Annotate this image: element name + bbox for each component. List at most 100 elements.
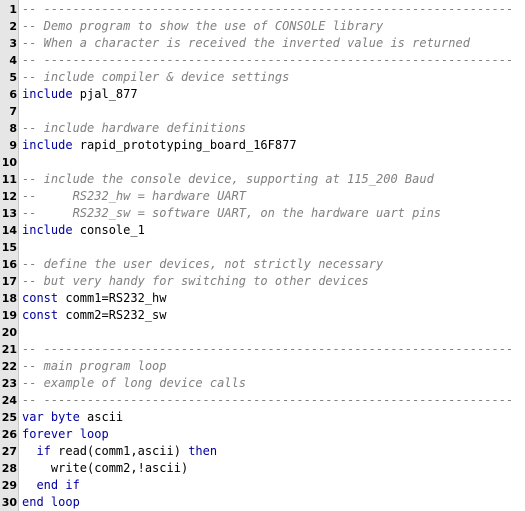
line-number: 17: [1, 275, 17, 288]
code-text[interactable]: -- define the user devices, not strictly…: [22, 256, 383, 273]
line-number: 18: [1, 292, 17, 305]
comment-token: -- example of long device calls: [22, 376, 246, 390]
code-line[interactable]: 12 -- RS232_hw = hardware UART: [0, 188, 525, 205]
code-line[interactable]: 20: [0, 324, 525, 341]
code-text[interactable]: include pjal_877: [22, 86, 138, 103]
keyword-token: then: [188, 444, 218, 458]
comment-token: -- include hardware definitions: [22, 121, 246, 135]
keyword-token: end loop: [22, 495, 80, 509]
code-line[interactable]: 23 -- example of long device calls: [0, 375, 525, 392]
code-text[interactable]: end loop: [22, 494, 80, 511]
code-lines[interactable]: 1 -- ------------------------------------…: [0, 1, 525, 511]
comment-token: -- include compiler & device settings: [22, 70, 290, 84]
code-line[interactable]: 18 const comm1=RS232_hw: [0, 290, 525, 307]
code-text[interactable]: -- -------------------------------------…: [22, 1, 513, 18]
line-number: 26: [1, 428, 17, 441]
line-number: 28: [1, 462, 17, 475]
comment-token: -- but very handy for switching to other…: [22, 274, 369, 288]
code-text[interactable]: -- RS232_hw = hardware UART: [22, 188, 246, 205]
line-number: 7: [9, 105, 17, 118]
code-text[interactable]: -- -------------------------------------…: [22, 341, 513, 358]
line-number: 24: [1, 394, 17, 407]
code-text[interactable]: end if: [22, 477, 80, 494]
code-text[interactable]: -- include compiler & device settings: [22, 69, 289, 86]
plain-token: write(comm2,!ascii): [22, 461, 189, 475]
code-text[interactable]: include console_1: [22, 222, 145, 239]
code-line[interactable]: 15: [0, 239, 525, 256]
code-line[interactable]: 17 -- but very handy for switching to oth…: [0, 273, 525, 290]
code-text[interactable]: -- include hardware definitions: [22, 120, 246, 137]
code-text[interactable]: const comm1=RS232_hw: [22, 290, 167, 307]
code-line[interactable]: 13 -- RS232_sw = software UART, on the ha…: [0, 205, 525, 222]
code-line[interactable]: 7: [0, 103, 525, 120]
keyword-token: include: [22, 138, 73, 152]
code-text[interactable]: var byte ascii: [22, 409, 123, 426]
code-text[interactable]: -- -------------------------------------…: [22, 52, 513, 69]
line-number: 16: [1, 258, 17, 271]
code-line[interactable]: 22 -- main program loop: [0, 358, 525, 375]
code-text[interactable]: -- but very handy for switching to other…: [22, 273, 369, 290]
comment-token: -- include the console device, supportin…: [22, 172, 434, 186]
comment-token: -- -------------------------------------…: [22, 53, 514, 67]
code-line[interactable]: 27 if read(comm1,ascii) then: [0, 443, 525, 460]
code-text[interactable]: -- Demo program to show the use of CONSO…: [22, 18, 383, 35]
code-line[interactable]: 1 -- ------------------------------------…: [0, 1, 525, 18]
code-line[interactable]: 26 forever loop: [0, 426, 525, 443]
code-line[interactable]: 6 include pjal_877: [0, 86, 525, 103]
code-line[interactable]: 2 -- Demo program to show the use of CONS…: [0, 18, 525, 35]
code-text[interactable]: include rapid_prototyping_board_16F877: [22, 137, 297, 154]
code-text[interactable]: -- When a character is received the inve…: [22, 35, 470, 52]
comment-token: -- -------------------------------------…: [22, 2, 514, 16]
plain-token: pjal_877: [72, 87, 138, 101]
code-line[interactable]: 25 var byte ascii: [0, 409, 525, 426]
keyword-token: if: [36, 444, 51, 458]
line-number: 21: [1, 343, 17, 356]
line-number: 29: [1, 479, 17, 492]
line-number: 27: [1, 445, 17, 458]
line-number: 12: [1, 190, 17, 203]
keyword-token: end if: [36, 478, 80, 492]
comment-token: -- When a character is received the inve…: [22, 36, 470, 50]
code-line[interactable]: 10: [0, 154, 525, 171]
line-number: 8: [9, 122, 17, 135]
code-line[interactable]: 24 -- -----------------------------------…: [0, 392, 525, 409]
code-line[interactable]: 21 -- -----------------------------------…: [0, 341, 525, 358]
plain-token: rapid_prototyping_board_16F877: [72, 138, 297, 152]
keyword-token: include: [22, 223, 73, 237]
code-text[interactable]: const comm2=RS232_sw: [22, 307, 167, 324]
comment-token: -- main program loop: [22, 359, 167, 373]
code-text[interactable]: forever loop: [22, 426, 109, 443]
code-text[interactable]: -- RS232_sw = software UART, on the hard…: [22, 205, 441, 222]
line-number: 5: [9, 71, 17, 84]
code-line[interactable]: 3 -- When a character is received the inv…: [0, 35, 525, 52]
code-line[interactable]: 11 -- include the console device, support…: [0, 171, 525, 188]
code-line[interactable]: 19 const comm2=RS232_sw: [0, 307, 525, 324]
code-text[interactable]: -- -------------------------------------…: [22, 392, 513, 409]
line-number: 25: [1, 411, 17, 424]
keyword-token: forever loop: [22, 427, 109, 441]
plain-token: comm1=: [58, 291, 109, 305]
line-number: 1: [9, 3, 17, 16]
line-number: 14: [1, 224, 17, 237]
code-line[interactable]: 5 -- include compiler & device settings: [0, 69, 525, 86]
code-line[interactable]: 16 -- define the user devices, not strict…: [0, 256, 525, 273]
code-line[interactable]: 14 include console_1: [0, 222, 525, 239]
code-line[interactable]: 4 -- ------------------------------------…: [0, 52, 525, 69]
code-editor[interactable]: 1 -- ------------------------------------…: [0, 0, 525, 511]
line-number: 3: [9, 37, 17, 50]
code-line[interactable]: 8 -- include hardware definitions: [0, 120, 525, 137]
code-text[interactable]: write(comm2,!ascii): [22, 460, 188, 477]
constant-token: RS232_sw: [108, 308, 167, 322]
code-text[interactable]: if read(comm1,ascii) then: [22, 443, 217, 460]
code-line[interactable]: 9 include rapid_prototyping_board_16F877: [0, 137, 525, 154]
code-line[interactable]: 28 write(comm2,!ascii): [0, 460, 525, 477]
code-text[interactable]: -- example of long device calls: [22, 375, 246, 392]
line-number: 13: [1, 207, 17, 220]
code-text[interactable]: -- main program loop: [22, 358, 167, 375]
code-line[interactable]: 30 end loop: [0, 494, 525, 511]
code-line[interactable]: 29 end if: [0, 477, 525, 494]
code-text[interactable]: -- include the console device, supportin…: [22, 171, 434, 188]
line-number: 2: [9, 20, 17, 33]
